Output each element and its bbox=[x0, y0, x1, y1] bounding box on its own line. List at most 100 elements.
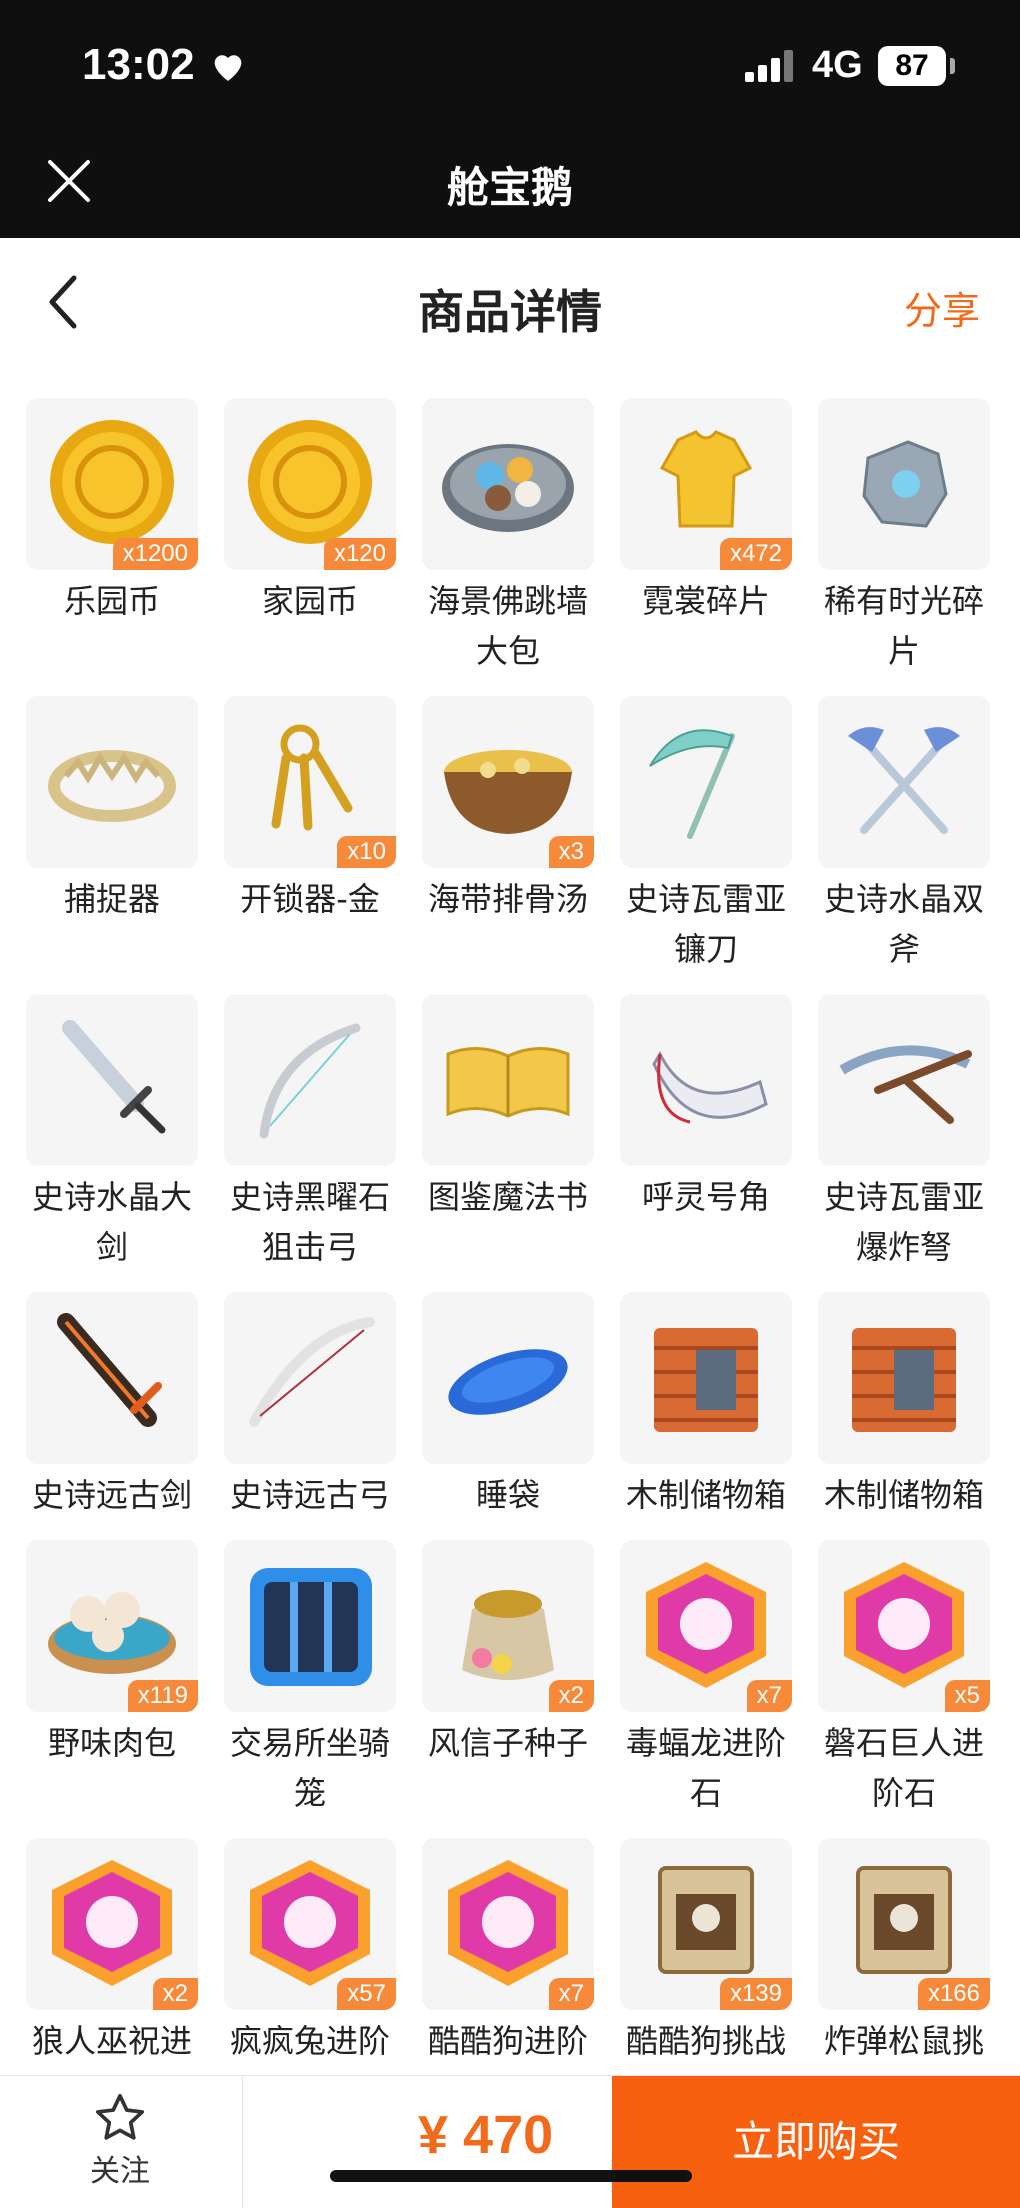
grid-item[interactable]: 史诗黑曜石狙击弓 bbox=[224, 994, 396, 1272]
bow-icon bbox=[259, 1023, 361, 1139]
item-thumbnail bbox=[422, 994, 594, 1166]
battery-tip bbox=[950, 58, 955, 74]
item-thumbnail bbox=[818, 398, 990, 570]
item-name: 史诗水晶双斧 bbox=[823, 880, 984, 968]
item-thumbnail: x10 bbox=[224, 696, 396, 868]
grid-item[interactable]: 木制储物箱 bbox=[818, 1292, 990, 1520]
item-thumbnail: x1200 bbox=[26, 398, 198, 570]
quantity-badge: x472 bbox=[719, 538, 792, 570]
quantity-badge: x10 bbox=[337, 836, 396, 868]
buy-now-button[interactable]: 立即购买 bbox=[612, 2076, 1020, 2208]
item-name: 磐石巨人进阶石 bbox=[823, 1724, 984, 1812]
crossbow-icon bbox=[839, 1045, 972, 1124]
item-thumbnail bbox=[818, 696, 990, 868]
item-thumbnail: x3 bbox=[422, 696, 594, 868]
app-title: 舱宝鹅 bbox=[446, 163, 573, 212]
item-name: 史诗远古剑 bbox=[31, 1476, 192, 1514]
grid-item[interactable]: 睡袋 bbox=[422, 1292, 594, 1520]
item-name: 乐园币 bbox=[63, 582, 160, 620]
quantity-badge: x7 bbox=[548, 1978, 594, 2010]
grid-item[interactable]: 史诗水晶大剑 bbox=[26, 994, 198, 1272]
quantity-badge: x120 bbox=[323, 538, 396, 570]
grid-item[interactable]: 交易所坐骑笼 bbox=[224, 1540, 396, 1818]
battery-icon: 87 bbox=[878, 46, 946, 86]
grid-item[interactable]: x10 开锁器-金 bbox=[224, 696, 396, 924]
grid-item[interactable]: x119 野味肉包 bbox=[26, 1540, 198, 1768]
item-name: 图鉴魔法书 bbox=[427, 1178, 588, 1216]
grid-item[interactable]: 海景佛跳墙大包 bbox=[422, 398, 594, 676]
item-thumbnail: x120 bbox=[224, 398, 396, 570]
item-name: 史诗瓦雷亚镰刀 bbox=[625, 880, 786, 968]
item-name: 史诗瓦雷亚爆炸弩 bbox=[823, 1178, 984, 1266]
grid-item[interactable]: 史诗瓦雷亚爆炸弩 bbox=[818, 994, 990, 1272]
item-thumbnail bbox=[224, 994, 396, 1166]
item-name: 霓裳碎片 bbox=[641, 582, 770, 620]
quantity-badge: x1200 bbox=[112, 538, 198, 570]
bottom-bar: 关注 ¥ 470 立即购买 bbox=[0, 2075, 1020, 2208]
share-button[interactable]: 分享 bbox=[904, 280, 980, 335]
item-name: 捕捉器 bbox=[63, 880, 160, 918]
grid-item[interactable]: 图鉴魔法书 bbox=[422, 994, 594, 1222]
grid-item[interactable]: 捕捉器 bbox=[26, 696, 198, 924]
item-thumbnail bbox=[224, 1292, 396, 1464]
book-icon bbox=[446, 1047, 570, 1118]
item-name: 海景佛跳墙大包 bbox=[427, 582, 588, 670]
heart-icon bbox=[214, 55, 242, 81]
star-icon bbox=[95, 2093, 145, 2140]
grid-item[interactable]: 史诗水晶双斧 bbox=[818, 696, 990, 974]
item-thumbnail bbox=[818, 1292, 990, 1464]
item-name: 睡袋 bbox=[475, 1476, 540, 1514]
sword-icon bbox=[62, 1020, 166, 1134]
grid-item[interactable]: 史诗远古剑 bbox=[26, 1292, 198, 1520]
grid-item[interactable]: 稀有时光碎片 bbox=[818, 398, 990, 676]
wooden-box-icon bbox=[654, 1328, 758, 1432]
status-bar: 13:02 4G 87 bbox=[0, 0, 1020, 134]
grid-item[interactable]: 史诗瓦雷亚镰刀 bbox=[620, 696, 792, 974]
item-thumbnail: x2 bbox=[422, 1540, 594, 1712]
quantity-badge: x57 bbox=[337, 1978, 396, 2010]
follow-button[interactable]: 关注 bbox=[60, 2090, 180, 2190]
quantity-badge: x2 bbox=[152, 1978, 198, 2010]
item-thumbnail: x57 bbox=[224, 1838, 396, 2010]
quantity-badge: x7 bbox=[746, 1680, 792, 1712]
item-thumbnail bbox=[224, 1540, 396, 1712]
item-thumbnail bbox=[620, 1292, 792, 1464]
grid-item[interactable]: x472 霓裳碎片 bbox=[620, 398, 792, 626]
item-thumbnail bbox=[620, 994, 792, 1166]
item-thumbnail: x472 bbox=[620, 398, 792, 570]
grid-item[interactable]: 木制储物箱 bbox=[620, 1292, 792, 1520]
puzzle-fragment-icon bbox=[862, 440, 948, 528]
quantity-badge: x2 bbox=[548, 1680, 594, 1712]
item-name: 史诗远古弓 bbox=[229, 1476, 390, 1514]
item-thumbnail: x5 bbox=[818, 1540, 990, 1712]
item-name: 开锁器-金 bbox=[240, 880, 380, 918]
grid-item[interactable]: 呼灵号角 bbox=[620, 994, 792, 1222]
item-thumbnail: x7 bbox=[620, 1540, 792, 1712]
grid-item[interactable]: x5 磐石巨人进阶石 bbox=[818, 1540, 990, 1818]
grid-item[interactable]: x2 风信子种子 bbox=[422, 1540, 594, 1768]
item-thumbnail bbox=[620, 696, 792, 868]
double-axe-icon bbox=[848, 727, 960, 834]
quantity-badge: x5 bbox=[944, 1680, 990, 1712]
grid-item[interactable]: x120 家园币 bbox=[224, 398, 396, 626]
item-name: 海带排骨汤 bbox=[427, 880, 588, 918]
quantity-badge: x139 bbox=[719, 1978, 792, 2010]
grid-item[interactable]: x7 毒蝠龙进阶石 bbox=[620, 1540, 792, 1818]
quantity-badge: x119 bbox=[127, 1680, 198, 1712]
item-thumbnail: x7 bbox=[422, 1838, 594, 2010]
grid-item[interactable]: 史诗远古弓 bbox=[224, 1292, 396, 1520]
horn-icon bbox=[652, 1050, 768, 1124]
signal-icon bbox=[745, 50, 795, 82]
grid-item[interactable]: x1200 乐园币 bbox=[26, 398, 198, 626]
quantity-badge: x3 bbox=[548, 836, 594, 868]
item-name: 野味肉包 bbox=[47, 1724, 176, 1762]
follow-label: 关注 bbox=[90, 2154, 150, 2189]
quantity-badge: x166 bbox=[917, 1978, 990, 2010]
ancient-sword-icon bbox=[57, 1313, 162, 1427]
item-name: 木制储物箱 bbox=[625, 1476, 786, 1514]
item-thumbnail: x139 bbox=[620, 1838, 792, 2010]
price: ¥ 470 bbox=[418, 2105, 554, 2165]
grid-item[interactable]: x3 海带排骨汤 bbox=[422, 696, 594, 924]
scythe-icon bbox=[649, 729, 735, 839]
ancient-bow-icon bbox=[249, 1317, 375, 1427]
